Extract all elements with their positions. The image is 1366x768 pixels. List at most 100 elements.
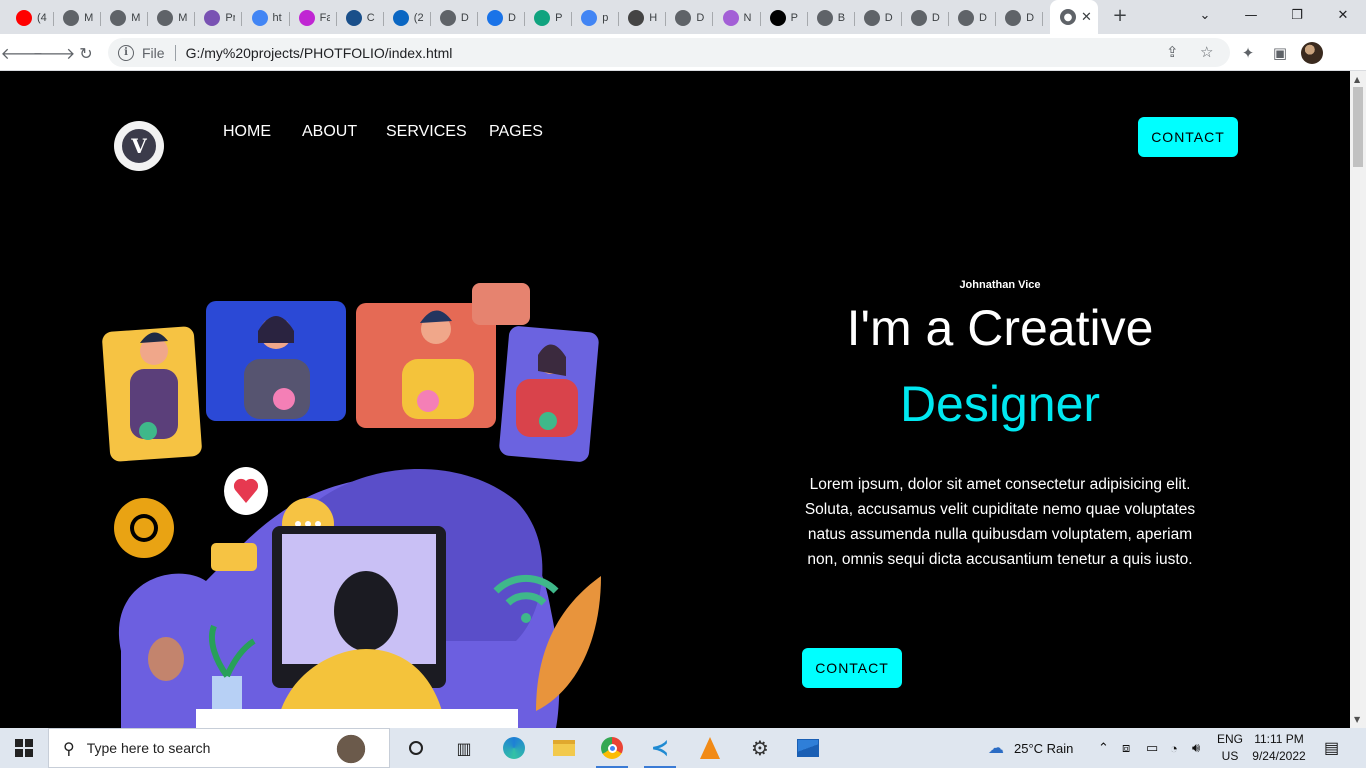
browser-tab[interactable]: B [807,4,855,32]
restore-button[interactable]: ❐ [1274,0,1320,30]
globe-icon [157,10,174,26]
browser-tab[interactable]: P [760,4,808,32]
photos-app[interactable] [784,728,832,768]
tab-title: D [508,12,516,24]
browser-tab[interactable]: D [477,4,525,32]
close-window-button[interactable]: ✕ [1320,0,1366,30]
edge-app[interactable] [490,728,538,768]
scroll-thumb[interactable] [1353,87,1363,167]
task-view-button[interactable]: ▥ [440,728,488,768]
language-top: ENG [1216,732,1243,746]
vscode-app[interactable]: ≺ [636,728,684,768]
address-bar[interactable]: i File G:/my%20projects/PHOTFOLIO/index.… [108,38,1230,67]
browser-tab[interactable]: C [336,4,384,32]
browser-tab[interactable]: M [147,4,196,32]
vlc-app[interactable] [686,728,734,768]
weather-widget[interactable]: ☁ 25°C Rain [988,728,1073,768]
page-scrollbar[interactable]: ▲ ▼ [1350,71,1366,728]
share-icon[interactable]: ⇪ [1166,43,1179,61]
close-tab-icon[interactable]: ✕ [1081,10,1092,25]
tab-title: N [743,12,752,24]
tab-title: P [790,12,798,24]
browser-tab[interactable]: (2 [383,4,431,32]
file-explorer-app[interactable] [540,728,588,768]
browser-tab[interactable]: (4 [6,4,54,32]
network-icon[interactable]: ◔ [1170,728,1178,768]
side-panel-icon[interactable]: ▣ [1270,43,1290,63]
minimize-button[interactable]: — [1228,0,1274,30]
youtube-icon [16,10,32,26]
browser-tab[interactable]: Fa [289,4,337,32]
nav-pages[interactable]: PAGES [489,123,543,141]
notification-center-button[interactable]: ▤ [1324,728,1339,768]
clock-date: 9/24/2022 [1252,749,1306,763]
logo-letter: V [119,126,159,166]
url-text[interactable]: G:/my%20projects/PHOTFOLIO/index.html [186,45,453,61]
browser-tab[interactable]: p [571,4,620,32]
globe-icon [1005,10,1022,26]
browser-tab[interactable]: P [524,4,573,32]
browser-tab[interactable]: M [53,4,102,32]
settings-app[interactable]: ⚙ [736,728,784,768]
browser-tab[interactable]: D [948,4,996,32]
browser-tab[interactable]: D [430,4,478,32]
tab-title: M [131,12,141,24]
active-tab[interactable]: ● ✕ [1050,0,1098,34]
scroll-up-arrow-icon[interactable]: ▲ [1354,75,1360,84]
show-hidden-icons-button[interactable]: ⌃ [1098,728,1109,768]
chrome-icon [601,737,623,759]
bookmark-star-icon[interactable]: ☆ [1200,43,1213,61]
globe-icon [675,10,692,26]
header-contact-button[interactable]: CONTACT [1138,117,1238,157]
nav-home[interactable]: HOME [223,123,271,141]
volume-icon[interactable]: 🔊︎ [1192,728,1200,768]
browser-tab[interactable]: M [100,4,149,32]
taskbar-search-box[interactable]: ⚲ Type here to search [48,728,390,768]
browser-tab[interactable]: D [854,4,902,32]
weather-text: 25°C Rain [1014,740,1074,756]
hero-contact-button[interactable]: CONTACT [802,648,902,688]
browser-tab[interactable]: D [665,4,714,32]
nav-services[interactable]: SERVICES [386,123,467,141]
cortana-button[interactable] [392,728,440,768]
tab-title: (4 [37,12,47,24]
back-button[interactable]: 🡐 [1,41,44,65]
tab-title: Fa [319,12,330,24]
browser-tab[interactable]: D [901,4,949,32]
browser-tab[interactable]: H [618,4,667,32]
browser-tab[interactable]: Pr [194,4,243,32]
extensions-icon[interactable]: ✦ [1238,43,1258,63]
tab-title: p [602,12,609,24]
start-button[interactable] [0,728,48,768]
browser-tab[interactable]: N [713,4,761,32]
forward-button[interactable]: 🡒 [33,41,76,65]
chevron-up-icon: ⌃ [1098,740,1109,755]
figma-icon [298,10,315,26]
meet-now-icon[interactable]: ⧈ [1122,728,1130,768]
tab-title: D [460,12,469,24]
tab-separator [1042,12,1044,26]
scroll-down-arrow-icon[interactable]: ▼ [1354,715,1360,724]
site-logo[interactable]: V [114,121,164,171]
system-clock[interactable]: 11:11 PM 9/24/2022 [1248,731,1310,765]
tab-title: ht [272,12,282,24]
browser-tab[interactable]: D [995,4,1044,32]
p-black-icon [769,10,786,26]
nav-about[interactable]: ABOUT [302,123,357,141]
reload-button[interactable]: ↻ [74,41,98,65]
globe-icon [816,10,833,26]
info-icon[interactable]: i [118,44,134,61]
chrome-app[interactable] [588,728,636,768]
language-indicator[interactable]: ENG US [1212,731,1248,765]
language-bottom: US [1221,749,1239,763]
tab-search-button[interactable]: ⌄ [1182,0,1228,30]
profile-avatar[interactable] [1301,42,1323,64]
tab-title: D [979,12,987,24]
windows-logo-icon [15,739,33,757]
p-icon [534,10,551,26]
battery-icon[interactable]: ▭ [1146,728,1158,768]
new-tab-button[interactable]: + [1110,6,1130,26]
tab-title: B [837,12,846,24]
browser-tab[interactable]: ht [242,4,290,32]
globe-icon [958,10,974,26]
